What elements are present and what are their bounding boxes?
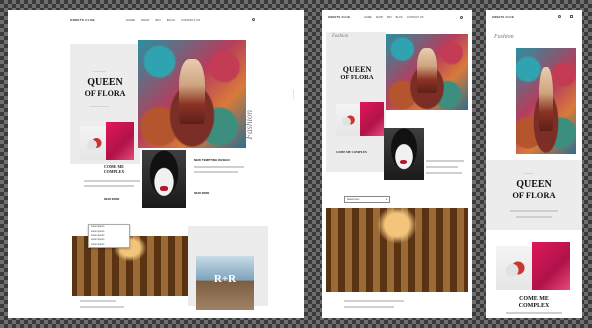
site-logo[interactable]: GREETS CLUB (492, 16, 514, 19)
tablet-mockup: GREETS CLUB HOME SHOP BIO BLOG CONTACT U… (322, 10, 472, 318)
article-1-title[interactable]: COME ME COMPLEX (94, 164, 134, 174)
nav-contact[interactable]: CONTACT US (181, 18, 200, 22)
fashion-side-label: Fashion (244, 110, 254, 140)
article-1-title[interactable]: COME ME COMPLEX (336, 150, 367, 154)
queen-of-flora-image (386, 34, 468, 110)
face-portrait-image (384, 128, 424, 180)
select-value: Select item (347, 198, 360, 201)
article-text (426, 160, 464, 162)
article-text (506, 312, 562, 314)
site-logo[interactable]: GREETS CLUB (70, 18, 95, 22)
hero-kicker: — — — — (93, 70, 106, 73)
main-nav: HOME SHOP BIO BLOG CONTACT US (126, 18, 200, 22)
article-1-text (84, 180, 140, 182)
nav-contact[interactable]: CONTACT US (407, 16, 424, 19)
fashion-label: Fashion (332, 34, 349, 39)
hero-title-line1: QUEEN (87, 77, 123, 88)
scroll-indicator: — — — (292, 90, 295, 99)
nav-shop[interactable]: SHOP (376, 16, 383, 19)
article-2-text (194, 166, 244, 168)
article-2-text (194, 171, 238, 173)
hero-kicker: — — — (524, 172, 533, 175)
face-portrait-image (142, 150, 186, 208)
nav-home[interactable]: HOME (364, 16, 372, 19)
pink-image (106, 122, 134, 160)
menu-item[interactable]: Lorem ipsum (89, 243, 129, 247)
hero-caption: — — — — — — (90, 105, 109, 108)
overlay-text: R+R (213, 273, 237, 286)
dropdown-menu: Lorem ipsum Lorem ipsum Lorem ipsum Lore… (88, 224, 130, 248)
article-text (426, 172, 462, 174)
fashion-label: Fashion (494, 34, 514, 40)
article-2-title[interactable]: NEW TEMPTING DESIGN (194, 158, 230, 162)
hero-title-line2: OF FLORA (512, 190, 556, 200)
hero-title: QUEEN OF FLORA (70, 78, 140, 98)
nav-blog[interactable]: BLOG (396, 16, 403, 19)
item-select[interactable]: Select item ▾ (344, 196, 390, 203)
footer-text (344, 306, 394, 308)
footer-text (344, 300, 404, 302)
hero-title-line2: OF FLORA (84, 89, 126, 98)
dock-image: R+R (196, 256, 254, 310)
pink-image (532, 242, 570, 290)
hero-title: QUEEN OF FLORA (486, 180, 582, 200)
hero-title: QUEEN OF FLORA (328, 66, 386, 82)
queen-of-flora-image (138, 40, 246, 148)
search-icon[interactable] (460, 16, 463, 19)
hero-caption (510, 210, 558, 212)
bird-image (496, 246, 536, 290)
read-more-button[interactable]: READ MORE (194, 192, 209, 195)
menu-icon[interactable] (570, 15, 573, 18)
bird-image (336, 104, 362, 136)
article-1-text (84, 185, 134, 187)
nav-shop[interactable]: SHOP (141, 18, 150, 22)
chevron-down-icon: ▾ (385, 198, 387, 201)
search-icon[interactable] (558, 15, 561, 18)
site-logo[interactable]: GREETS CLUB (328, 16, 350, 19)
nav-bio[interactable]: BIO (387, 16, 391, 19)
desktop-mockup: GREETS CLUB HOME SHOP BIO BLOG CONTACT U… (8, 10, 304, 318)
article-1-line2: COMPLEX (518, 303, 550, 309)
article-text (426, 166, 458, 168)
hero-title-line2: OF FLORA (340, 74, 374, 81)
footer-text (80, 300, 116, 302)
mobile-mockup: GREETS CLUB Fashion — — — QUEEN OF FLORA… (486, 10, 582, 318)
read-more-button[interactable]: READ MORE (104, 198, 119, 201)
hero-title-line1: QUEEN (516, 179, 552, 190)
search-icon[interactable] (252, 18, 255, 21)
cathedral-image (326, 208, 468, 292)
pink-image (360, 102, 384, 136)
nav-home[interactable]: HOME (126, 18, 135, 22)
article-1-title[interactable]: COME ME COMPLEX (486, 296, 582, 309)
footer-text (80, 306, 124, 308)
hero-title-line1: QUEEN (342, 65, 372, 74)
queen-of-flora-image (516, 48, 576, 154)
hero-caption (516, 216, 552, 218)
nav-bio[interactable]: BIO (156, 18, 161, 22)
article-1-line1: COME ME (519, 296, 549, 302)
main-nav: HOME SHOP BIO BLOG CONTACT US (364, 16, 423, 19)
nav-blog[interactable]: BLOG (167, 18, 175, 22)
